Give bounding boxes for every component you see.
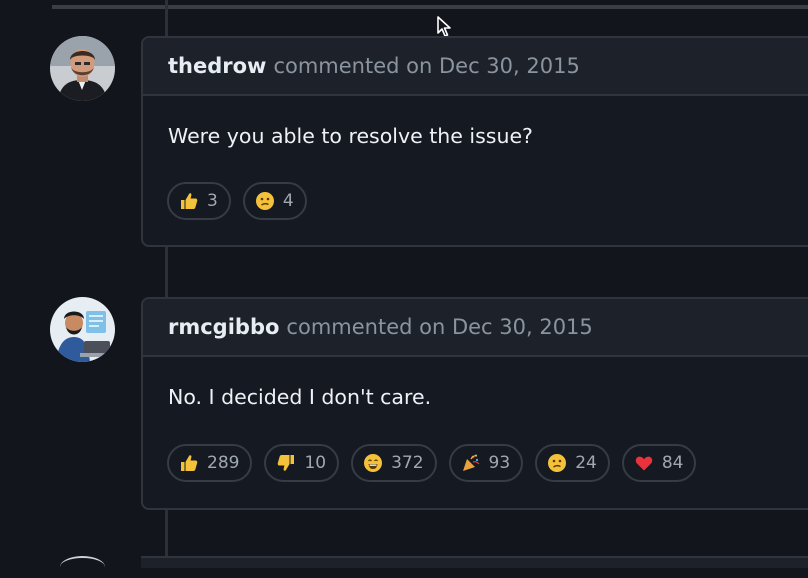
next-comment-avatar[interactable]: [60, 556, 105, 578]
comment-author-link[interactable]: rmcgibbo: [168, 315, 279, 339]
reaction-hooray-button[interactable]: 93: [448, 444, 524, 482]
reaction-heart-button[interactable]: 84: [621, 444, 697, 482]
party-popper-icon: [461, 453, 481, 473]
reaction-thumbs-down-button[interactable]: 10: [264, 444, 340, 482]
reaction-count: 24: [575, 453, 597, 473]
reaction-count: 4: [282, 191, 294, 211]
comment-header: rmcgibbo commented on Dec 30, 2015: [143, 299, 808, 357]
thumbs-down-icon: [276, 453, 296, 473]
comment-author-link[interactable]: thedrow: [168, 54, 266, 78]
comment-card: thedrow commented on Dec 30, 2015 Were y…: [141, 36, 808, 247]
reaction-count: 289: [207, 453, 240, 473]
heart-icon: [634, 453, 654, 473]
thumbs-up-icon: [179, 453, 199, 473]
reactions-bar: 3 4: [167, 182, 307, 220]
avatar-rmcgibbo[interactable]: [50, 297, 115, 362]
comment-body: Were you able to resolve the issue?: [168, 124, 533, 148]
reaction-confused-button[interactable]: 24: [535, 444, 610, 482]
reaction-laugh-button[interactable]: 372: [351, 444, 437, 482]
reaction-count: 93: [488, 453, 511, 473]
reaction-count: 372: [391, 453, 424, 473]
comment-timestamp[interactable]: commented on Dec 30, 2015: [286, 315, 592, 339]
comment-timestamp[interactable]: commented on Dec 30, 2015: [273, 54, 579, 78]
comment-card: rmcgibbo commented on Dec 30, 2015 No. I…: [141, 297, 808, 510]
comment-header: thedrow commented on Dec 30, 2015: [143, 38, 808, 96]
reaction-thumbs-up-button[interactable]: 289: [167, 444, 253, 482]
reaction-count: 84: [661, 453, 684, 473]
confused-face-icon: [255, 191, 275, 211]
reaction-count: 3: [207, 191, 218, 211]
comment-body: No. I decided I don't care.: [168, 385, 432, 409]
reaction-count: 10: [304, 453, 327, 473]
thumbs-up-icon: [179, 191, 199, 211]
next-comment-card: [141, 556, 808, 568]
avatar-thedrow[interactable]: [50, 36, 115, 101]
reactions-bar: 289 10 372 93 24 84: [167, 444, 697, 482]
mouse-cursor-icon: [437, 16, 453, 38]
reaction-confused-button[interactable]: 4: [242, 182, 307, 220]
reaction-thumbs-up-button[interactable]: 3: [167, 182, 231, 220]
confused-face-icon: [547, 453, 567, 473]
laugh-face-icon: [363, 453, 383, 473]
